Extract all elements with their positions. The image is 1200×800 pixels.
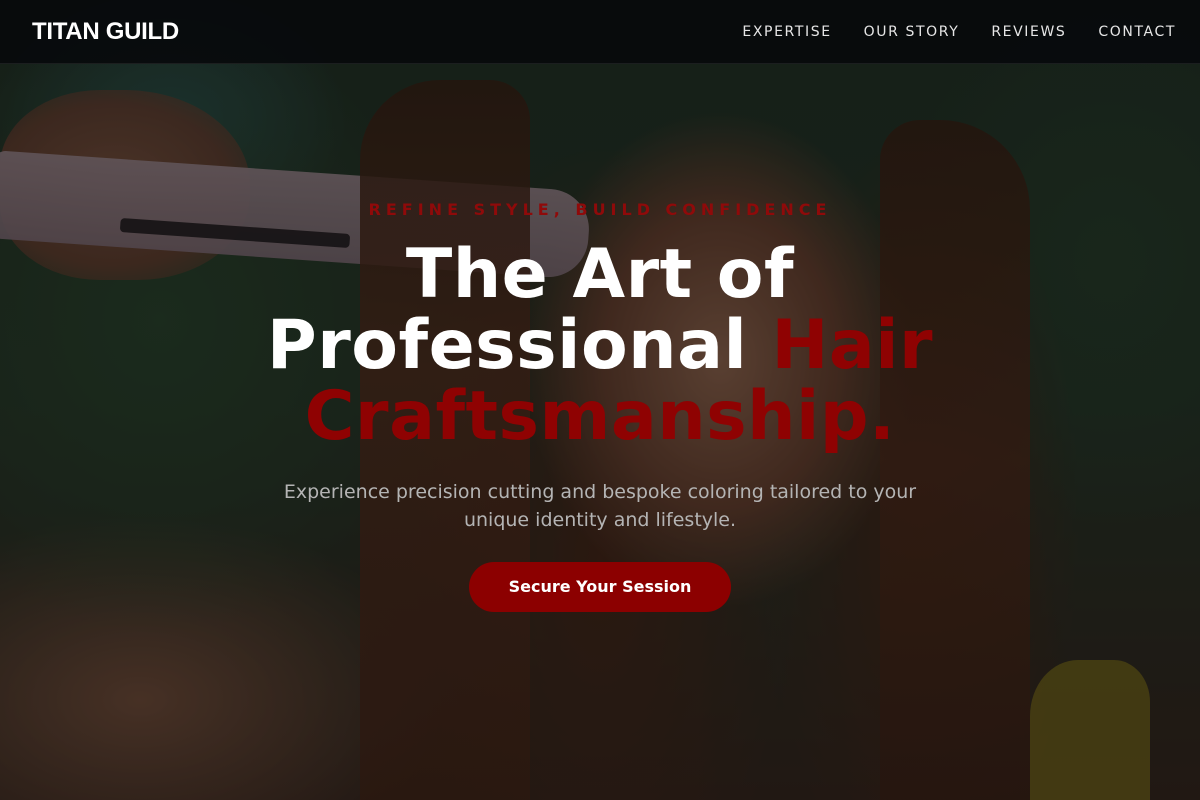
- nav-link-our-story[interactable]: OUR STORY: [864, 24, 960, 40]
- top-navbar: TITAN GUILD EXPERTISE OUR STORY REVIEWS …: [0, 0, 1200, 64]
- nav-link-reviews[interactable]: REVIEWS: [991, 24, 1066, 40]
- headline-line-1: The Art of: [405, 235, 795, 314]
- nav-links: EXPERTISE OUR STORY REVIEWS CONTACT: [710, 24, 1176, 40]
- nav-link-contact[interactable]: CONTACT: [1098, 24, 1176, 40]
- hero-subtitle: Experience precision cutting and bespoke…: [283, 481, 917, 531]
- hero-headline: The Art of Professional Hair Craftsmansh…: [0, 239, 1200, 452]
- hero-section: REFINE STYLE, BUILD CONFIDENCE The Art o…: [0, 200, 1200, 612]
- headline-line-2-accent: Hair: [771, 306, 934, 385]
- hero-eyebrow: REFINE STYLE, BUILD CONFIDENCE: [368, 200, 832, 219]
- headline-line-3-accent: Craftsmanship.: [304, 377, 896, 456]
- nav-link-expertise[interactable]: EXPERTISE: [742, 24, 831, 40]
- headline-line-2-plain: Professional: [266, 306, 748, 385]
- secure-session-button[interactable]: Secure Your Session: [468, 562, 732, 612]
- brand-logo[interactable]: TITAN GUILD: [32, 18, 179, 46]
